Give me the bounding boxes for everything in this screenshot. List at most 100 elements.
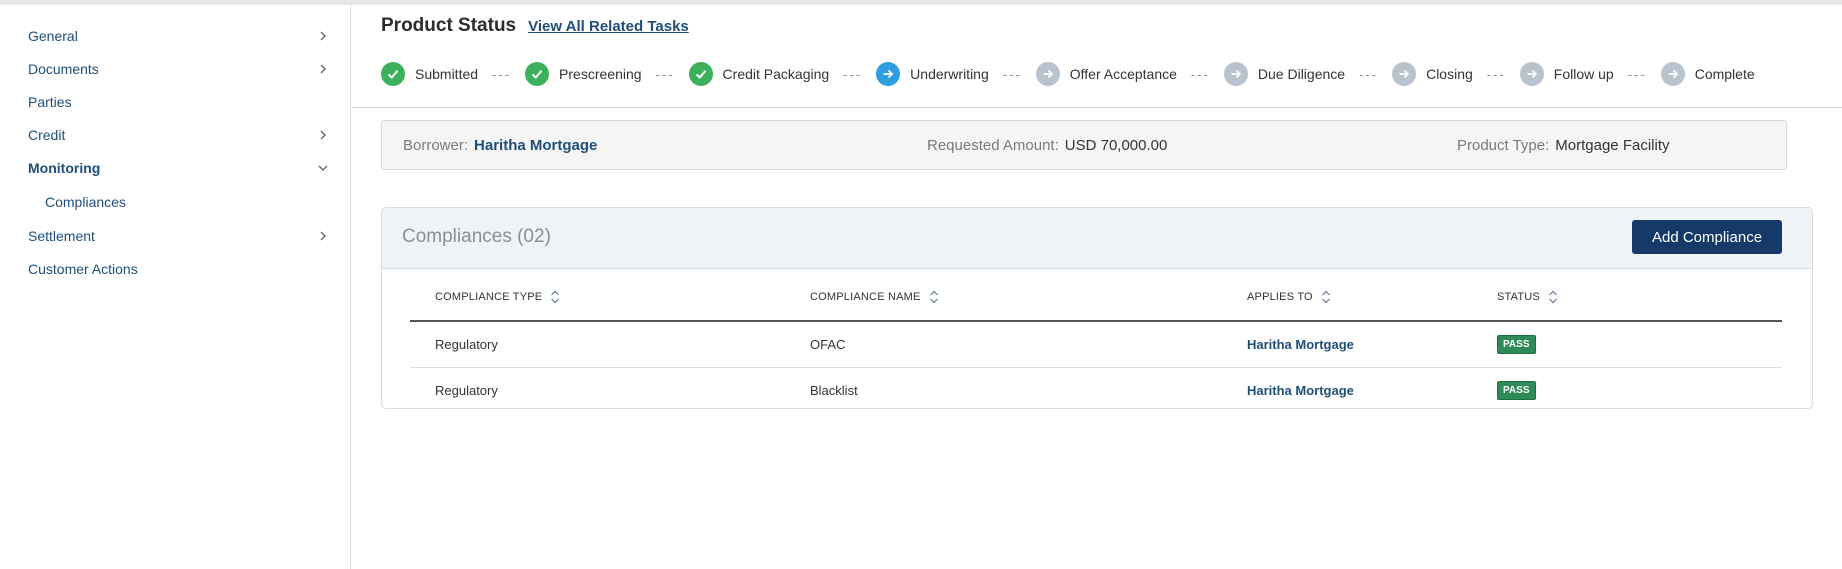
step-submitted: Submitted: [381, 62, 478, 86]
compliances-panel: Compliances (02) Add Compliance COMPLIAN…: [381, 207, 1813, 409]
step-label: Due Diligence: [1257, 66, 1346, 82]
step-prescreening: Prescreening: [525, 62, 642, 86]
page-title: Product Status: [381, 15, 517, 36]
column-header-compliance-name[interactable]: COMPLIANCE NAME: [810, 290, 939, 304]
sidebar-item-label: Credit: [28, 127, 66, 143]
sidebar-item-settlement[interactable]: Settlement: [28, 222, 328, 250]
sidebar-item-compliances[interactable]: Compliances: [45, 188, 328, 216]
table-row: Regulatory OFAC Haritha Mortgage PASS: [410, 322, 1782, 368]
sidebar-item-label: Customer Actions: [28, 261, 138, 277]
step-label: Follow up: [1553, 66, 1614, 82]
step-follow-up: Follow up: [1519, 62, 1614, 86]
arrow-right-icon: [876, 62, 901, 86]
borrower-field: Borrower: Haritha Mortgage: [403, 121, 597, 169]
product-type-field: Product Type: Mortgage Facility: [1457, 121, 1670, 169]
step-underwriting: Underwriting: [876, 62, 989, 86]
borrower-link[interactable]: Haritha Mortgage: [474, 137, 597, 154]
sidebar-item-credit[interactable]: Credit: [28, 121, 328, 149]
sort-icon[interactable]: [929, 290, 939, 304]
compliances-title: Compliances (02): [402, 226, 551, 247]
sort-icon[interactable]: [550, 290, 560, 304]
column-header-compliance-type[interactable]: COMPLIANCE TYPE: [435, 290, 560, 304]
chevron-right-icon: [318, 31, 328, 41]
status-badge: PASS: [1497, 381, 1536, 400]
sort-icon[interactable]: [1548, 290, 1558, 304]
sidebar-item-general[interactable]: General: [28, 22, 328, 50]
column-label: COMPLIANCE TYPE: [435, 291, 543, 303]
sidebar-item-label: Settlement: [28, 228, 95, 244]
view-all-tasks-link[interactable]: View All Related Tasks: [528, 18, 689, 35]
status-stepper: Submitted --- Prescreening --- Credit Pa…: [381, 61, 1755, 87]
product-status-header: Product Status View All Related Tasks: [381, 15, 689, 37]
step-separator: ---: [1486, 66, 1506, 82]
main-content: Product Status View All Related Tasks Su…: [351, 5, 1842, 569]
check-icon: [688, 62, 713, 86]
step-complete: Complete: [1660, 62, 1755, 86]
product-type-label: Product Type:: [1457, 136, 1550, 154]
step-label: Complete: [1694, 66, 1755, 82]
column-header-status[interactable]: STATUS: [1497, 290, 1558, 304]
status-cell: PASS: [1497, 368, 1536, 408]
sidebar-item-label: Monitoring: [28, 160, 101, 176]
compliance-name-cell: OFAC: [810, 337, 846, 352]
arrow-right-icon: [1660, 62, 1685, 86]
applies-to-link[interactable]: Haritha Mortgage: [1247, 368, 1354, 408]
sidebar-item-label: Documents: [28, 61, 99, 77]
requested-amount-field: Requested Amount: USD 70,000.00: [927, 121, 1167, 169]
sidebar-item-customer-actions[interactable]: Customer Actions: [28, 255, 328, 283]
chevron-right-icon: [318, 64, 328, 74]
step-offer-acceptance: Offer Acceptance: [1035, 62, 1177, 86]
chevron-right-icon: [318, 231, 328, 241]
sidebar-item-parties[interactable]: Parties: [28, 88, 328, 116]
status-cell: PASS: [1497, 322, 1536, 367]
sidebar-item-documents[interactable]: Documents: [28, 55, 328, 83]
sort-icon[interactable]: [1321, 290, 1331, 304]
step-label: Offer Acceptance: [1069, 66, 1177, 82]
column-label: STATUS: [1497, 291, 1540, 303]
divider: [351, 107, 1842, 108]
column-header-applies-to[interactable]: APPLIES TO: [1247, 290, 1331, 304]
product-type-value: Mortgage Facility: [1555, 136, 1670, 154]
step-credit-packaging: Credit Packaging: [688, 62, 830, 86]
compliance-name-cell: Blacklist: [810, 383, 858, 398]
requested-amount-label: Requested Amount:: [927, 136, 1059, 154]
step-closing: Closing: [1392, 62, 1473, 86]
sidebar-item-label: Parties: [28, 94, 72, 110]
sidebar-item-monitoring[interactable]: Monitoring: [28, 154, 328, 182]
step-due-diligence: Due Diligence: [1223, 62, 1346, 86]
step-separator: ---: [1359, 66, 1379, 82]
compliance-type-cell: Regulatory: [435, 337, 498, 352]
step-separator: ---: [1190, 66, 1210, 82]
table-row: Regulatory Blacklist Haritha Mortgage PA…: [410, 368, 1782, 408]
requested-amount-value: USD 70,000.00: [1064, 136, 1168, 154]
check-icon: [381, 62, 405, 86]
product-summary: Borrower: Haritha Mortgage Requested Amo…: [381, 120, 1787, 170]
compliances-panel-header: Compliances (02) Add Compliance: [382, 208, 1812, 269]
add-compliance-button[interactable]: Add Compliance: [1632, 220, 1782, 254]
compliances-table: COMPLIANCE TYPE COMPLIANCE NAME APPLIES …: [410, 268, 1782, 408]
arrow-right-icon: [1223, 62, 1248, 86]
arrow-right-icon: [1035, 62, 1060, 86]
step-label: Closing: [1426, 66, 1473, 82]
chevron-down-icon: [318, 163, 328, 173]
check-icon: [525, 62, 550, 86]
sidebar: General Documents Parties Credit Monitor…: [0, 5, 351, 569]
step-separator: ---: [1627, 66, 1647, 82]
column-label: COMPLIANCE NAME: [810, 291, 921, 303]
table-header: COMPLIANCE TYPE COMPLIANCE NAME APPLIES …: [410, 268, 1782, 322]
step-separator: ---: [492, 66, 512, 82]
arrow-right-icon: [1392, 62, 1417, 86]
step-separator: ---: [1002, 66, 1022, 82]
step-label: Prescreening: [559, 66, 642, 82]
compliance-type-cell: Regulatory: [435, 383, 498, 398]
step-label: Credit Packaging: [722, 66, 830, 82]
step-separator: ---: [843, 66, 863, 82]
step-separator: ---: [655, 66, 675, 82]
status-badge: PASS: [1497, 335, 1536, 354]
step-label: Underwriting: [910, 66, 989, 82]
arrow-right-icon: [1519, 62, 1544, 86]
applies-to-link[interactable]: Haritha Mortgage: [1247, 322, 1354, 367]
sidebar-item-label: General: [28, 28, 78, 44]
chevron-right-icon: [318, 130, 328, 140]
borrower-label: Borrower:: [403, 136, 469, 154]
